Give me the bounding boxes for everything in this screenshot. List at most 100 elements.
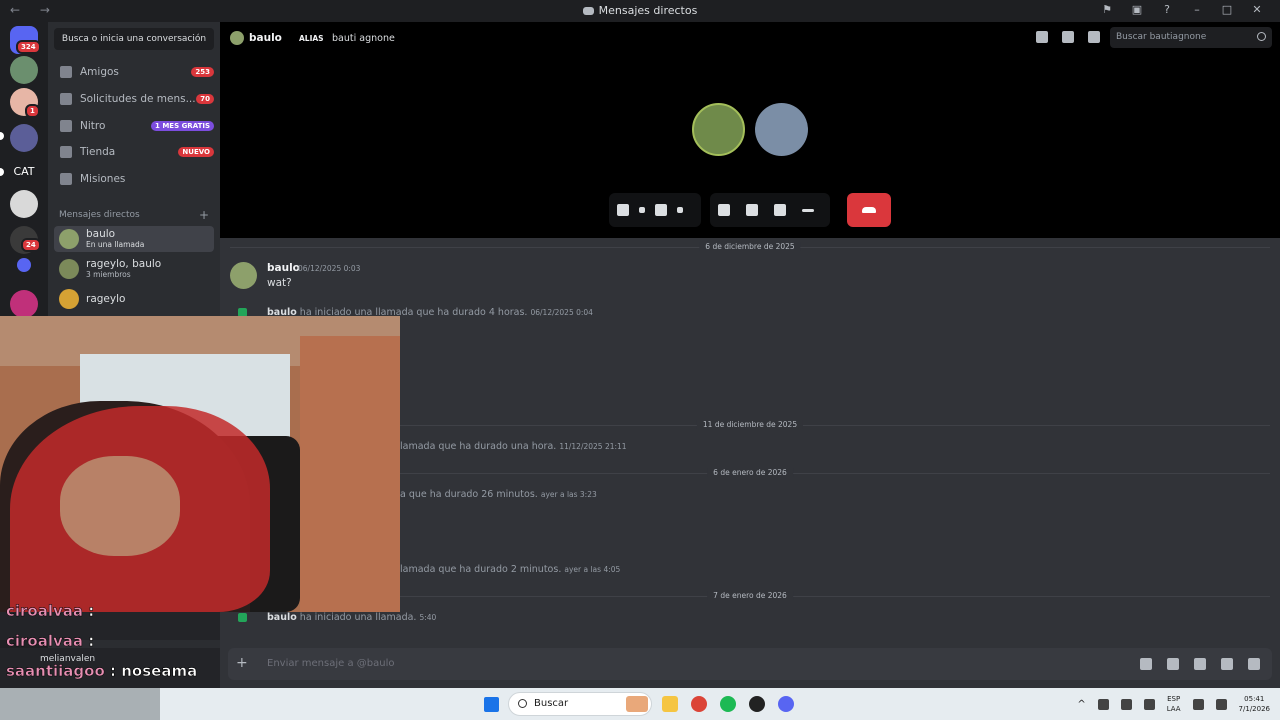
emoji-icon[interactable] (1221, 658, 1233, 670)
search-input[interactable]: Buscar bautiagnone (1110, 27, 1272, 48)
date-divider-label: 11 de diciembre de 2025 (696, 420, 804, 429)
call-text: a que ha durado 26 minutos. (400, 489, 538, 500)
avatar (59, 229, 79, 249)
chat-sep: : (104, 662, 122, 681)
sidebar-item-shop[interactable]: Tienda NUEVO (54, 140, 214, 164)
requests-badge: 70 (196, 94, 214, 104)
file-explorer-icon[interactable] (662, 696, 678, 712)
clock[interactable]: 05:41 7/1/2026 (1239, 694, 1270, 714)
search-icon (518, 699, 527, 708)
minimize-button[interactable]: – (1182, 3, 1212, 16)
mic-icon[interactable] (1143, 698, 1155, 710)
mic-camera-controls (609, 193, 701, 227)
cam-face (60, 456, 180, 556)
stream-chat-overlay: ciroalvaa : ciroalvaa : saantiiagoo : no… (0, 600, 220, 688)
dm-status: En una llamada (86, 240, 145, 249)
spotify-icon[interactable] (720, 696, 736, 712)
screen-icon[interactable]: ▣ (1122, 3, 1152, 16)
sidebar-item-message-requests[interactable]: Solicitudes de mens... 70 (54, 87, 214, 111)
sync-icon[interactable] (1097, 698, 1109, 710)
soundboard-icon[interactable] (774, 204, 786, 216)
gift-icon[interactable] (1140, 658, 1152, 670)
nitro-icon (60, 120, 72, 132)
chrome-icon[interactable] (691, 696, 707, 712)
stream-chat-line: ciroalvaa : (6, 602, 95, 621)
sidebar-item-label: Solicitudes de mens... (80, 93, 196, 105)
call-author: baulo (267, 612, 297, 623)
call-participant-avatar[interactable] (692, 103, 745, 156)
call-participant-avatar[interactable] (755, 103, 808, 156)
add-dm-icon[interactable]: + (199, 208, 209, 222)
chevron-down-icon[interactable] (639, 207, 645, 213)
find-conversation-button[interactable]: Busca o inicia una conversación (54, 28, 214, 50)
dm-name: rageylo, baulo (86, 258, 162, 270)
gif-icon[interactable] (1167, 658, 1179, 670)
chat-message: noseama (121, 662, 198, 681)
obs-icon[interactable] (749, 696, 765, 712)
sidebar-item-friends[interactable]: Amigos 253 (54, 60, 214, 84)
language-indicator[interactable]: ESP LAA (1167, 694, 1181, 714)
call-log-entry: lamada que ha durado 2 minutos. ayer a l… (400, 564, 620, 575)
chat-user: ciroalvaa (6, 602, 84, 621)
avatar (59, 259, 79, 279)
unread-pill (0, 132, 4, 140)
lang-1: ESP (1167, 695, 1181, 703)
friends-badge: 253 (191, 67, 214, 77)
profile-icon[interactable] (1088, 31, 1100, 43)
inbox-icon[interactable]: ⚑ (1092, 3, 1122, 16)
camera-off-icon[interactable] (655, 204, 667, 216)
stream-chat-line: saantiiagoo : noseama (6, 662, 198, 681)
display-icon[interactable] (1192, 698, 1204, 710)
sticker-icon[interactable] (1194, 658, 1206, 670)
widget-icon[interactable] (626, 696, 648, 712)
pen-icon[interactable] (1120, 698, 1132, 710)
sidebar-item-nitro[interactable]: Nitro 1 MES GRATIS (54, 114, 214, 138)
server-icon[interactable] (10, 124, 38, 152)
chevron-down-icon[interactable] (677, 207, 683, 213)
system-tray: ^ ESP LAA 05:41 7/1/2026 (1077, 688, 1270, 720)
message-author[interactable]: baulo (267, 262, 300, 274)
window-title-text: Mensajes directos (598, 4, 698, 17)
hangup-button[interactable] (847, 193, 891, 227)
maximize-button[interactable]: □ (1212, 3, 1242, 16)
pin-icon[interactable] (1036, 31, 1048, 43)
help-icon[interactable]: ? (1152, 3, 1182, 16)
sidebar-item-label: Misiones (80, 173, 126, 185)
add-friends-icon[interactable] (1062, 31, 1074, 43)
call-time: ayer a las 4:05 (564, 565, 621, 574)
activities-icon[interactable] (746, 204, 758, 216)
volume-icon[interactable] (1215, 698, 1227, 710)
webcam-overlay (0, 316, 400, 612)
more-icon[interactable] (802, 208, 814, 212)
close-button[interactable]: ✕ (1242, 3, 1272, 16)
server-icon[interactable] (10, 290, 38, 318)
call-log-entry: a que ha durado 26 minutos. ayer a las 3… (400, 489, 597, 500)
screen-share-icon[interactable] (718, 204, 730, 216)
chevron-up-icon[interactable]: ^ (1077, 699, 1085, 710)
folder-icon[interactable] (17, 258, 31, 272)
server-icon[interactable] (10, 56, 38, 84)
server-icon[interactable] (10, 190, 38, 218)
microphone-icon[interactable] (617, 204, 629, 216)
dm-item[interactable]: rageylo, baulo 3 miembros (54, 256, 214, 282)
call-time: ayer a las 3:23 (540, 490, 597, 499)
sidebar-item-quests[interactable]: Misiones (54, 167, 214, 191)
attach-icon[interactable]: + (236, 655, 248, 671)
call-time: 11/12/2025 21:11 (559, 442, 627, 451)
dm-item[interactable]: rageylo (54, 286, 214, 312)
server-cat[interactable]: CAT (10, 158, 38, 186)
apps-icon[interactable] (1248, 658, 1260, 670)
mail-icon (60, 93, 72, 105)
window-title: Mensajes directos (0, 4, 1280, 17)
date-divider-label: 7 de enero de 2026 (707, 591, 793, 600)
title-bar: ← → Mensajes directos ⚑ ▣ ? – □ ✕ (0, 0, 1280, 22)
discord-icon[interactable] (778, 696, 794, 712)
avatar[interactable] (230, 262, 257, 289)
call-text: lamada que ha durado 2 minutos. (400, 564, 562, 575)
windows-start-icon[interactable] (484, 697, 499, 712)
taskbar-search-label: Buscar (534, 698, 569, 709)
dm-members: 3 miembros (86, 270, 131, 279)
search-placeholder: Buscar bautiagnone (1116, 32, 1207, 42)
dm-item[interactable]: baulo En una llamada (54, 226, 214, 252)
header-username[interactable]: baulo (249, 32, 282, 44)
